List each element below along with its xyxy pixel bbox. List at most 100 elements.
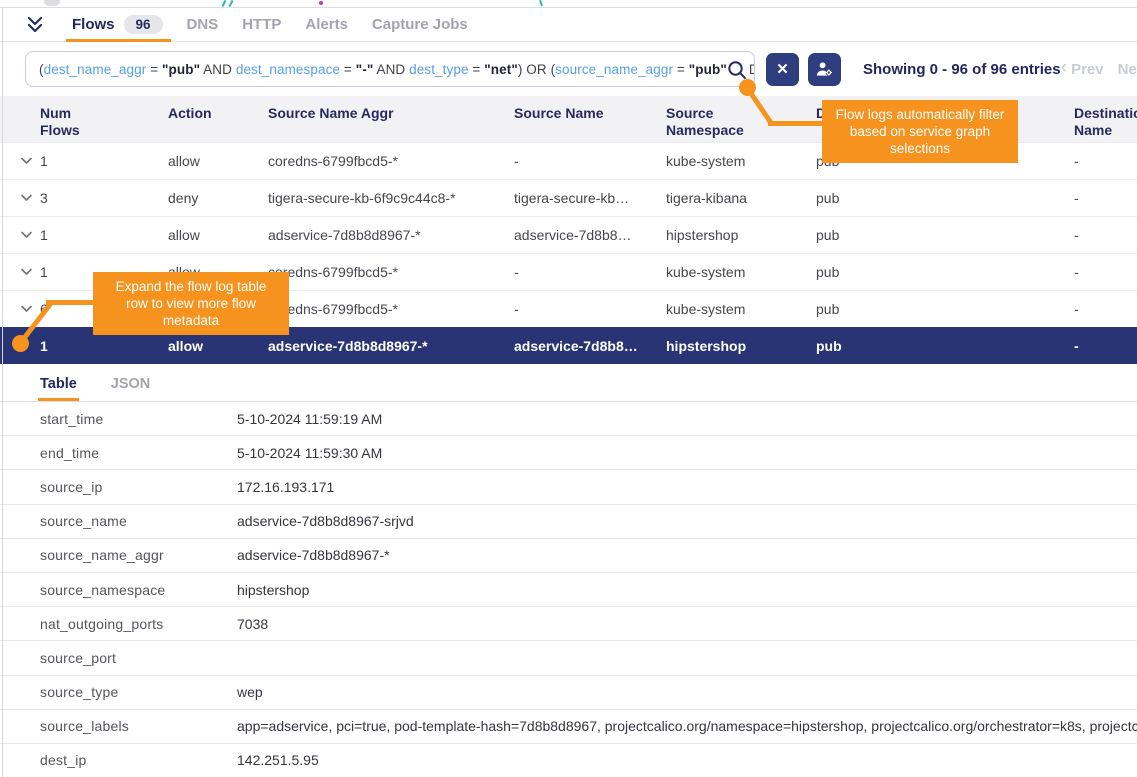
cell-destination-name: -	[1074, 153, 1137, 169]
detail-row: end_time 5-10-2024 11:59:30 AM	[0, 436, 1137, 470]
detail-value: 172.16.193.171	[237, 479, 1137, 495]
pagination: ‹ Prev Next ›	[1061, 58, 1137, 80]
graph-edge-fragment	[539, 0, 543, 6]
expand-row-chevron-icon[interactable]	[20, 191, 34, 205]
table-row[interactable]: 1 allow adservice-7d8b8d8967-* adservice…	[0, 216, 1137, 253]
panel-tab[interactable]: Alerts	[295, 8, 362, 41]
detail-value: adservice-7d8b8d8967-srjvd	[237, 513, 1137, 529]
expand-row-chevron-icon[interactable]	[20, 265, 34, 279]
detail-value: 5-10-2024 11:59:30 AM	[237, 445, 1137, 461]
filter-query-text: (dest_name_aggr = "pub" AND dest_namespa…	[26, 62, 754, 77]
cell-action: allow	[168, 227, 268, 243]
detail-key: dest_ip	[40, 752, 237, 768]
panel-tab[interactable]: DNS	[177, 8, 233, 41]
cell-source-name: -	[514, 153, 666, 169]
panel-tabs: Flows 96 DNS HTTP Alerts Capture Jobs	[62, 8, 482, 41]
detail-value: 7038	[237, 616, 1137, 632]
detail-key: nat_outgoing_ports	[40, 616, 237, 632]
query-segment: dest_name_aggr	[44, 62, 147, 77]
detail-value: 142.251.5.95	[237, 752, 1137, 768]
panel-tab-label: HTTP	[242, 16, 281, 33]
column-header: Source Name Aggr	[268, 105, 514, 122]
cell-source-name-aggr: coredns-6799fbcd5-*	[268, 301, 514, 317]
panel-tab-label: Alerts	[305, 16, 348, 33]
panel-tab[interactable]: Flows 96	[62, 8, 177, 41]
detail-key: start_time	[40, 411, 237, 427]
column-header: Action	[168, 105, 268, 122]
graph-node-fragment	[44, 0, 60, 6]
detail-tabbar: Table JSON	[0, 364, 1137, 402]
query-segment: =	[340, 62, 356, 77]
cell-dest-name-aggr: pub	[816, 301, 1074, 317]
panel-tab[interactable]: Capture Jobs	[362, 8, 482, 41]
column-header: Source Name	[514, 105, 666, 122]
detail-value: wep	[237, 684, 1137, 700]
query-segment: dest_type	[409, 62, 468, 77]
query-segment: "pub"	[689, 62, 727, 77]
cell-source-name-aggr: adservice-7d8b8d8967-*	[268, 338, 514, 354]
query-segment: AND	[373, 62, 409, 77]
detail-value: adservice-7d8b8d8967-*	[237, 547, 1137, 563]
cell-dest-name-aggr: pub	[816, 338, 1074, 354]
graph-edge-fragment	[319, 1, 323, 5]
detail-tab[interactable]: Table	[38, 376, 79, 401]
query-segment: =	[469, 62, 485, 77]
person-gear-icon	[815, 60, 834, 79]
cell-num-flows: 1	[40, 338, 168, 354]
cell-action: allow	[168, 153, 268, 169]
detail-value: 5-10-2024 11:59:19 AM	[237, 411, 1137, 427]
cell-destination-name: -	[1074, 264, 1137, 280]
cell-source-namespace: kube-system	[666, 264, 816, 280]
search-icon[interactable]	[726, 59, 748, 81]
query-segment: AND	[200, 62, 236, 77]
cell-source-name: -	[514, 301, 666, 317]
panel-left-border	[2, 8, 3, 777]
detail-value: hipstershop	[237, 582, 1137, 598]
cell-source-namespace: tigera-kibana	[666, 190, 816, 206]
detail-key: end_time	[40, 445, 237, 461]
cell-source-namespace: kube-system	[666, 153, 816, 169]
clear-filter-button[interactable]: ✕	[766, 53, 799, 86]
callout-anchor-dot	[739, 79, 756, 96]
expand-row-chevron-icon[interactable]	[20, 302, 34, 316]
cell-num-flows: 1	[40, 153, 168, 169]
cell-source-name-aggr: adservice-7d8b8d8967-*	[268, 227, 514, 243]
cell-source-name: adservice-7d8b8…	[514, 338, 666, 354]
user-settings-button[interactable]	[808, 53, 841, 86]
cell-source-name: tigera-secure-kb…	[514, 190, 666, 206]
cell-source-name-aggr: coredns-6799fbcd5-*	[268, 264, 514, 280]
detail-tab[interactable]: JSON	[109, 376, 153, 401]
logs-panel-tabbar: Flows 96 DNS HTTP Alerts Capture Jobs	[0, 8, 1137, 42]
detail-key: source_name_aggr	[40, 547, 237, 563]
column-header: Destination Name	[1074, 105, 1137, 139]
detail-key: source_type	[40, 684, 237, 700]
callout-connector	[46, 300, 95, 305]
prev-page-button[interactable]: ‹ Prev	[1061, 58, 1104, 80]
filter-query-input[interactable]: (dest_name_aggr = "pub" AND dest_namespa…	[25, 51, 755, 87]
query-segment: dest_namespace	[236, 62, 340, 77]
query-segment: "net"	[484, 62, 518, 77]
graph-edge-fragment	[228, 0, 233, 7]
expand-row-chevron-icon[interactable]	[20, 228, 34, 242]
graph-edge-fragment	[221, 0, 226, 7]
cell-source-namespace: hipstershop	[666, 227, 816, 243]
close-icon: ✕	[776, 60, 789, 78]
next-page-button[interactable]: Next ›	[1118, 58, 1137, 80]
collapse-panel-button[interactable]	[22, 12, 48, 38]
expand-row-chevron-icon[interactable]	[20, 154, 34, 168]
detail-row: source_port	[0, 641, 1137, 675]
cell-destination-name: -	[1074, 227, 1137, 243]
panel-tab[interactable]: HTTP	[232, 8, 295, 41]
entries-count-text: Showing 0 - 96 of 96 entries	[863, 61, 1061, 78]
callout-connector	[768, 121, 824, 126]
table-row[interactable]: 3 deny tigera-secure-kb-6f9c9c44c8-* tig…	[0, 179, 1137, 216]
query-segment: "-"	[356, 62, 374, 77]
detail-row: source_name adservice-7d8b8d8967-srjvd	[0, 505, 1137, 539]
detail-row: nat_outgoing_ports 7038	[0, 607, 1137, 641]
cell-source-name: adservice-7d8b8…	[514, 227, 666, 243]
detail-row: source_namespace hipstershop	[0, 573, 1137, 607]
double-chevron-down-icon	[26, 16, 44, 33]
cell-destination-name: -	[1074, 338, 1137, 354]
cell-action: allow	[168, 338, 268, 354]
tooltip-expand-note: Expand the flow log table row to view mo…	[93, 272, 289, 335]
